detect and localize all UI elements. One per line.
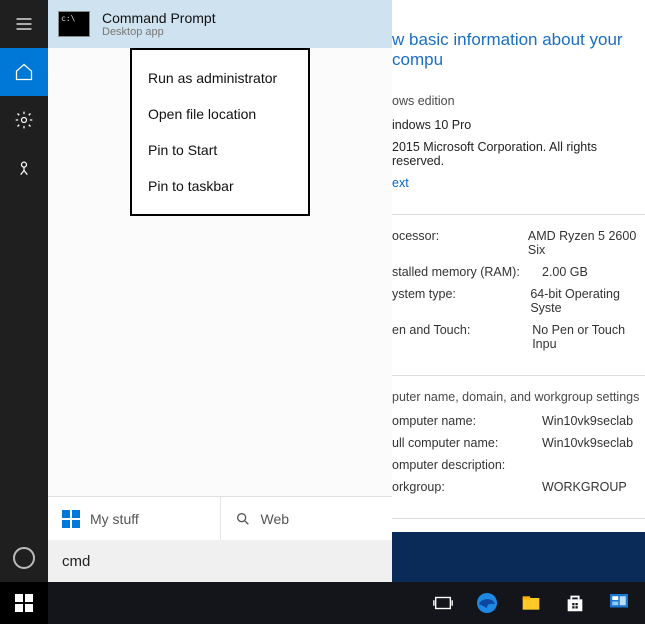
section-head-edition: ows edition <box>392 94 645 108</box>
systemtype-label: ystem type: <box>392 287 530 315</box>
search-query: cmd <box>62 553 90 570</box>
gear-icon[interactable] <box>0 96 48 144</box>
taskbar-blue-strip <box>392 532 645 582</box>
computer-name-label: omputer name: <box>392 414 542 428</box>
app-icon[interactable] <box>606 590 632 616</box>
ram-value: 2.00 GB <box>542 265 588 279</box>
computer-name-value: Win10vk9seclab <box>542 414 633 428</box>
result-title: Command Prompt <box>102 10 216 26</box>
section-head-domain: puter name, domain, and workgroup settin… <box>392 390 645 404</box>
system-info-window: w basic information about your compu ows… <box>392 0 645 582</box>
compass-icon[interactable] <box>0 144 48 192</box>
menu-pin-to-start[interactable]: Pin to Start <box>132 132 308 168</box>
store-icon[interactable] <box>562 590 588 616</box>
workgroup-value: WORKGROUP <box>542 480 627 494</box>
pentouch-value: No Pen or Touch Inpu <box>532 323 645 351</box>
file-explorer-icon[interactable] <box>518 590 544 616</box>
divider <box>392 375 645 376</box>
taskbar <box>0 582 645 624</box>
result-subtitle: Desktop app <box>102 26 216 38</box>
hamburger-icon[interactable] <box>0 0 48 48</box>
search-input[interactable]: cmd <box>48 540 392 582</box>
copyright-text: 2015 Microsoft Corporation. All rights r… <box>392 140 645 168</box>
task-view-icon[interactable] <box>430 590 456 616</box>
search-icon <box>235 511 251 527</box>
windows-icon <box>62 510 80 528</box>
edge-icon[interactable] <box>474 590 500 616</box>
full-computer-name-label: ull computer name: <box>392 436 542 450</box>
pentouch-label: en and Touch: <box>392 323 532 351</box>
menu-pin-to-taskbar[interactable]: Pin to taskbar <box>132 168 308 204</box>
start-button[interactable] <box>0 582 48 624</box>
start-left-rail <box>0 0 48 582</box>
menu-open-file-location[interactable]: Open file location <box>132 96 308 132</box>
computer-description-label: omputer description: <box>392 458 542 472</box>
windows-icon <box>15 594 33 612</box>
processor-value: AMD Ryzen 5 2600 Six <box>528 229 645 257</box>
systemtype-value: 64-bit Operating Syste <box>530 287 645 315</box>
full-computer-name-value: Win10vk9seclab <box>542 436 633 450</box>
ext-link[interactable]: ext <box>392 176 409 190</box>
divider <box>392 214 645 215</box>
divider <box>392 518 645 519</box>
filter-web[interactable]: Web <box>221 497 393 540</box>
command-prompt-icon <box>58 11 90 37</box>
ram-label: stalled memory (RAM): <box>392 265 542 279</box>
workgroup-label: orkgroup: <box>392 480 542 494</box>
menu-run-as-admin[interactable]: Run as administrator <box>132 60 308 96</box>
search-filter-bar: My stuff Web <box>48 496 392 540</box>
search-result-command-prompt[interactable]: Command Prompt Desktop app <box>48 0 392 48</box>
filter-label: Web <box>261 511 290 527</box>
edition-value: indows 10 Pro <box>392 118 471 132</box>
page-title: w basic information about your compu <box>392 30 645 70</box>
filter-my-stuff[interactable]: My stuff <box>48 497 221 540</box>
cortana-icon[interactable] <box>0 534 48 582</box>
processor-label: ocessor: <box>392 229 528 257</box>
context-menu: Run as administrator Open file location … <box>130 48 310 216</box>
home-icon[interactable] <box>0 48 48 96</box>
filter-label: My stuff <box>90 511 139 527</box>
